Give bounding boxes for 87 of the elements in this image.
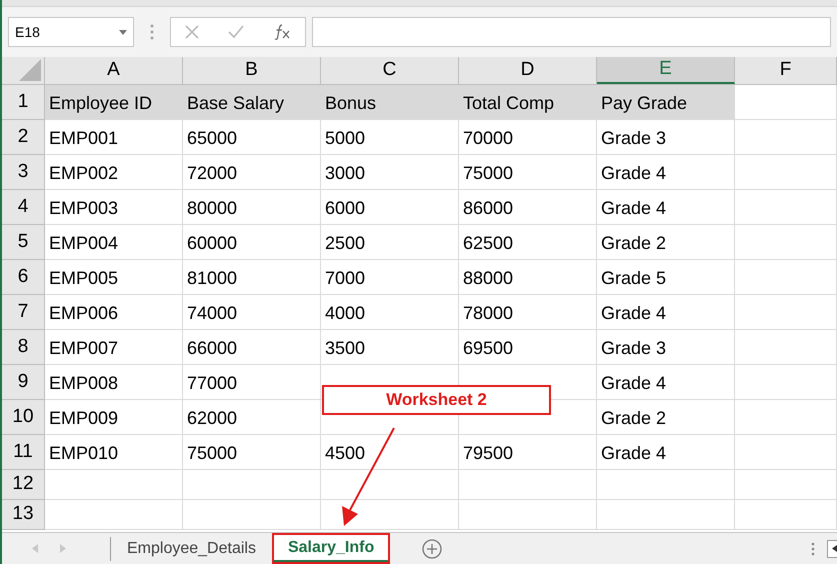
table-cell: Grade 4: [597, 190, 735, 225]
table-cell: EMP003: [45, 190, 183, 225]
table-cell: 65000: [183, 120, 321, 155]
row-header[interactable]: 2: [2, 120, 45, 155]
header-cell: Total Comp: [459, 85, 597, 120]
table-cell: 4500: [321, 435, 459, 470]
table-cell: 3500: [321, 330, 459, 365]
table-cell: 86000: [459, 190, 597, 225]
left-arrow-icon[interactable]: [32, 544, 38, 553]
row-header[interactable]: 11: [2, 435, 45, 470]
row-header[interactable]: 1: [2, 85, 45, 120]
row-header[interactable]: 5: [2, 225, 45, 260]
table-cell: 78000: [459, 295, 597, 330]
table-cell: Grade 4: [597, 435, 735, 470]
table-cell: EMP009: [45, 400, 183, 435]
add-sheet-icon[interactable]: [422, 538, 442, 558]
sheet-tab[interactable]: Salary_Info: [274, 535, 388, 562]
sheet-tab[interactable]: Employee_Details: [113, 535, 270, 562]
column-header[interactable]: B: [183, 57, 321, 84]
table-cell: 62500: [459, 225, 597, 260]
table-cell: 2500: [321, 225, 459, 260]
table-cell: 81000: [183, 260, 321, 295]
table-cell: EMP005: [45, 260, 183, 295]
table-cell: 4000: [321, 295, 459, 330]
table-cell: Grade 2: [597, 225, 735, 260]
cancel-icon[interactable]: [185, 25, 200, 39]
table-cell: 77000: [183, 365, 321, 400]
table-cell: 60000: [183, 225, 321, 260]
row-header[interactable]: 7: [2, 295, 45, 330]
table-cell: EMP001: [45, 120, 183, 155]
column-header[interactable]: C: [321, 57, 459, 84]
table-cell: 75000: [459, 155, 597, 190]
table-cell: EMP006: [45, 295, 183, 330]
table-cell: Grade 5: [597, 260, 735, 295]
header-cell: Bonus: [321, 85, 459, 120]
grip-icon: [150, 24, 154, 40]
right-arrow-icon[interactable]: [60, 544, 66, 553]
row-header[interactable]: 3: [2, 155, 45, 190]
caret-icon: [119, 30, 127, 34]
table-cell: 3000: [321, 155, 459, 190]
table-cell: Grade 2: [597, 400, 735, 435]
row-header[interactable]: 9: [2, 365, 45, 400]
callout-box: Worksheet 2: [322, 385, 551, 415]
table-cell: Grade 4: [597, 365, 735, 400]
function-icon[interactable]: [272, 24, 291, 40]
table-cell: EMP008: [45, 365, 183, 400]
row-header[interactable]: 6: [2, 260, 45, 295]
column-header[interactable]: E: [597, 57, 735, 84]
table-cell: 70000: [459, 120, 597, 155]
table-cell: EMP002: [45, 155, 183, 190]
left-arrow-icon: [832, 545, 837, 552]
row-header[interactable]: 8: [2, 330, 45, 365]
grip-icon: [811, 542, 815, 556]
column-header[interactable]: F: [735, 57, 837, 84]
table-cell: 7000: [321, 260, 459, 295]
table-cell: 75000: [183, 435, 321, 470]
table-cell: Grade 3: [597, 330, 735, 365]
table-cell: 6000: [321, 190, 459, 225]
table-cell: 66000: [183, 330, 321, 365]
table-cell: 79500: [459, 435, 597, 470]
table-cell: EMP004: [45, 225, 183, 260]
table-cell: 80000: [183, 190, 321, 225]
table-cell: EMP010: [45, 435, 183, 470]
table-cell: Grade 4: [597, 155, 735, 190]
table-cell: Grade 4: [597, 295, 735, 330]
checkmark-icon[interactable]: [228, 25, 244, 39]
table-cell: 88000: [459, 260, 597, 295]
table-cell: 72000: [183, 155, 321, 190]
table-cell: 74000: [183, 295, 321, 330]
table-cell: 69500: [459, 330, 597, 365]
formula-field[interactable]: [312, 17, 831, 47]
header-cell: Base Salary: [183, 85, 321, 120]
scroll-button[interactable]: [827, 540, 837, 558]
select-all-icon[interactable]: [19, 59, 41, 81]
table-cell: 62000: [183, 400, 321, 435]
column-header[interactable]: A: [45, 57, 183, 84]
row-header[interactable]: 4: [2, 190, 45, 225]
table-cell: EMP007: [45, 330, 183, 365]
row-header[interactable]: 10: [2, 400, 45, 435]
name-box[interactable]: E18: [8, 17, 134, 47]
row-header[interactable]: 13: [2, 500, 45, 530]
table-cell: 5000: [321, 120, 459, 155]
table-cell: Grade 3: [597, 120, 735, 155]
row-header[interactable]: 12: [2, 470, 45, 500]
cell-reference: E18: [15, 22, 40, 42]
header-cell: Pay Grade: [597, 85, 735, 120]
header-cell: Employee ID: [45, 85, 183, 120]
